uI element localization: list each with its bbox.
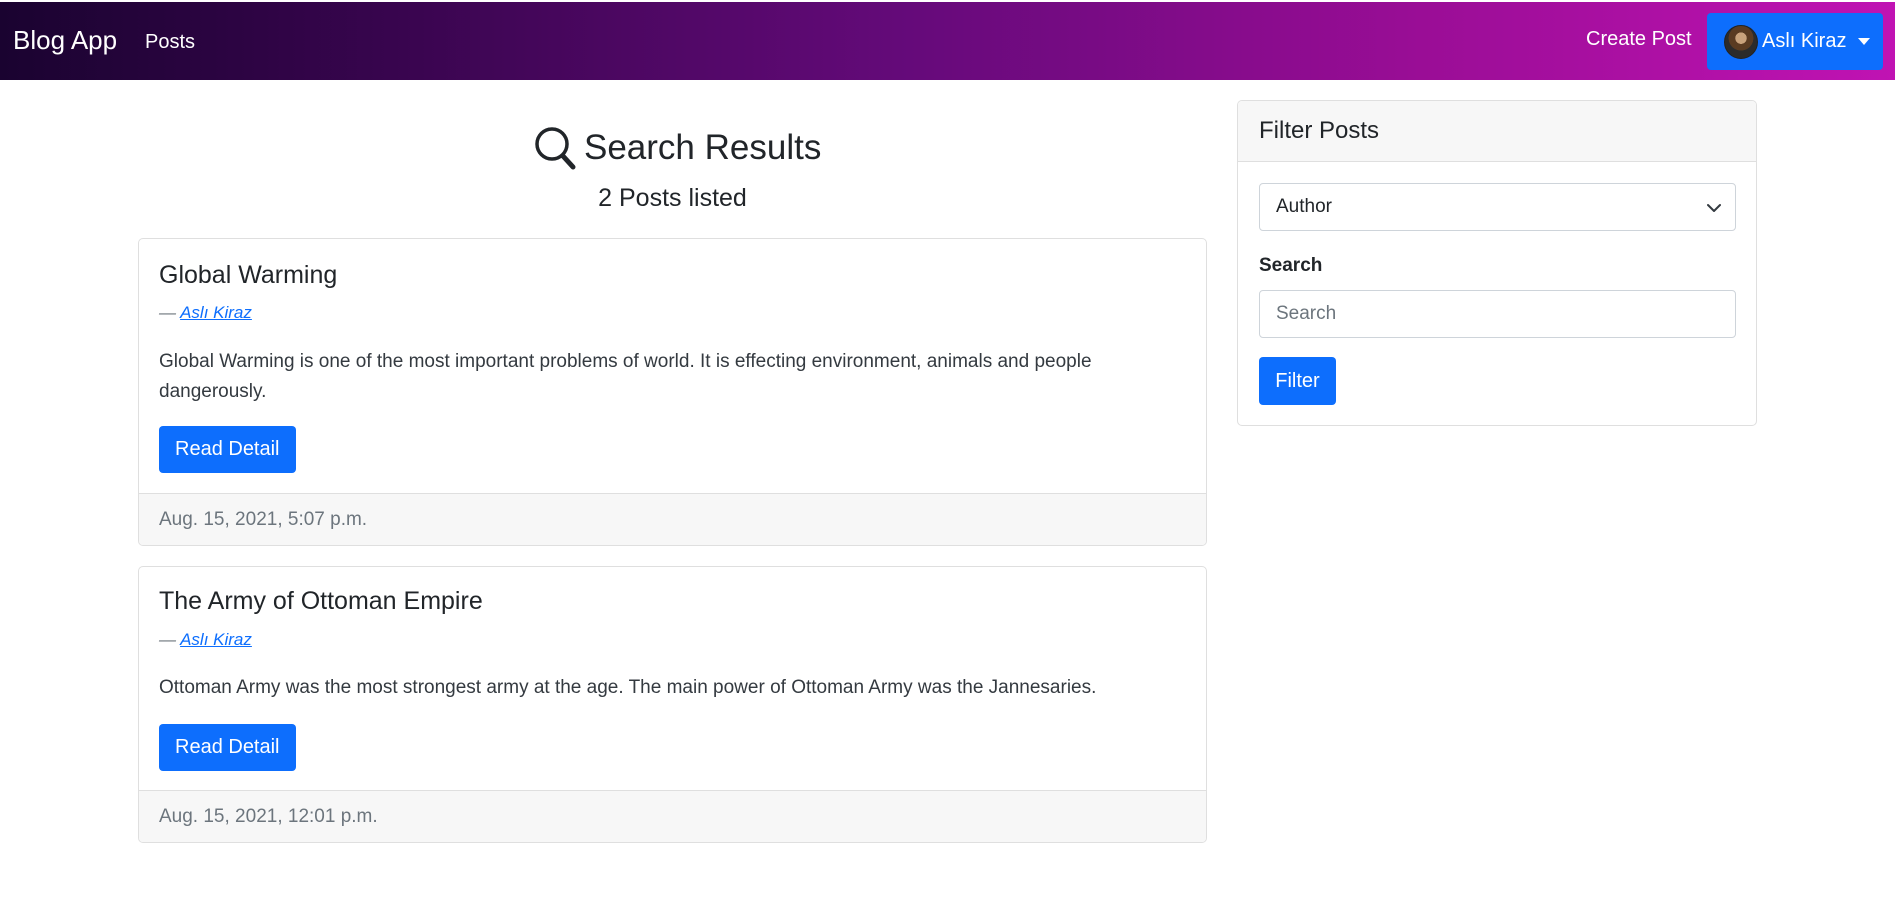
user-avatar <box>1724 24 1758 59</box>
nav-posts-link[interactable]: Posts <box>145 31 195 54</box>
author-link[interactable]: Aslı Kiraz <box>180 630 252 649</box>
author-prefix: — <box>159 303 176 322</box>
chevron-down-icon <box>1707 204 1721 212</box>
post-title: The Army of Ottoman Empire <box>159 587 483 615</box>
results-count: 2 Posts listed <box>598 184 747 212</box>
read-detail-button[interactable]: Read Detail <box>159 724 296 771</box>
filter-header: Filter Posts <box>1238 101 1756 162</box>
post-card: The Army of Ottoman Empire — Aslı Kiraz … <box>138 566 1207 843</box>
brand-link[interactable]: Blog App <box>13 25 117 56</box>
post-card: Global Warming — Aslı Kiraz Global Warmi… <box>138 238 1207 546</box>
search-icon <box>535 127 576 170</box>
post-excerpt: Global Warming is one of the most import… <box>159 351 1092 402</box>
filter-button[interactable]: Filter <box>1259 357 1336 405</box>
post-author-line: — Aslı Kiraz <box>159 303 252 323</box>
navbar: Blog App Posts Create Post Aslı Kiraz <box>0 0 1895 80</box>
nav-create-post-link[interactable]: Create Post <box>1586 28 1692 51</box>
search-input[interactable] <box>1259 290 1736 338</box>
author-select[interactable]: Author <box>1259 183 1736 231</box>
post-date: Aug. 15, 2021, 12:01 p.m. <box>139 790 1206 842</box>
post-date: Aug. 15, 2021, 5:07 p.m. <box>139 493 1206 545</box>
author-prefix: — <box>159 630 176 649</box>
caret-down-icon <box>1858 38 1871 45</box>
read-detail-button[interactable]: Read Detail <box>159 426 296 473</box>
post-title: Global Warming <box>159 261 338 289</box>
author-select-value: Author <box>1276 196 1332 217</box>
user-menu-button[interactable]: Aslı Kiraz <box>1707 13 1883 70</box>
post-excerpt: Ottoman Army was the most strongest army… <box>159 677 1097 698</box>
results-heading: Search Results <box>534 125 821 171</box>
author-link[interactable]: Aslı Kiraz <box>180 303 252 322</box>
post-author-line: — Aslı Kiraz <box>159 630 252 650</box>
search-label: Search <box>1259 255 1323 276</box>
user-name: Aslı Kiraz <box>1762 30 1847 52</box>
filter-panel: Filter Posts Author Search Filter <box>1237 100 1757 426</box>
page-title: Search Results <box>584 128 822 167</box>
